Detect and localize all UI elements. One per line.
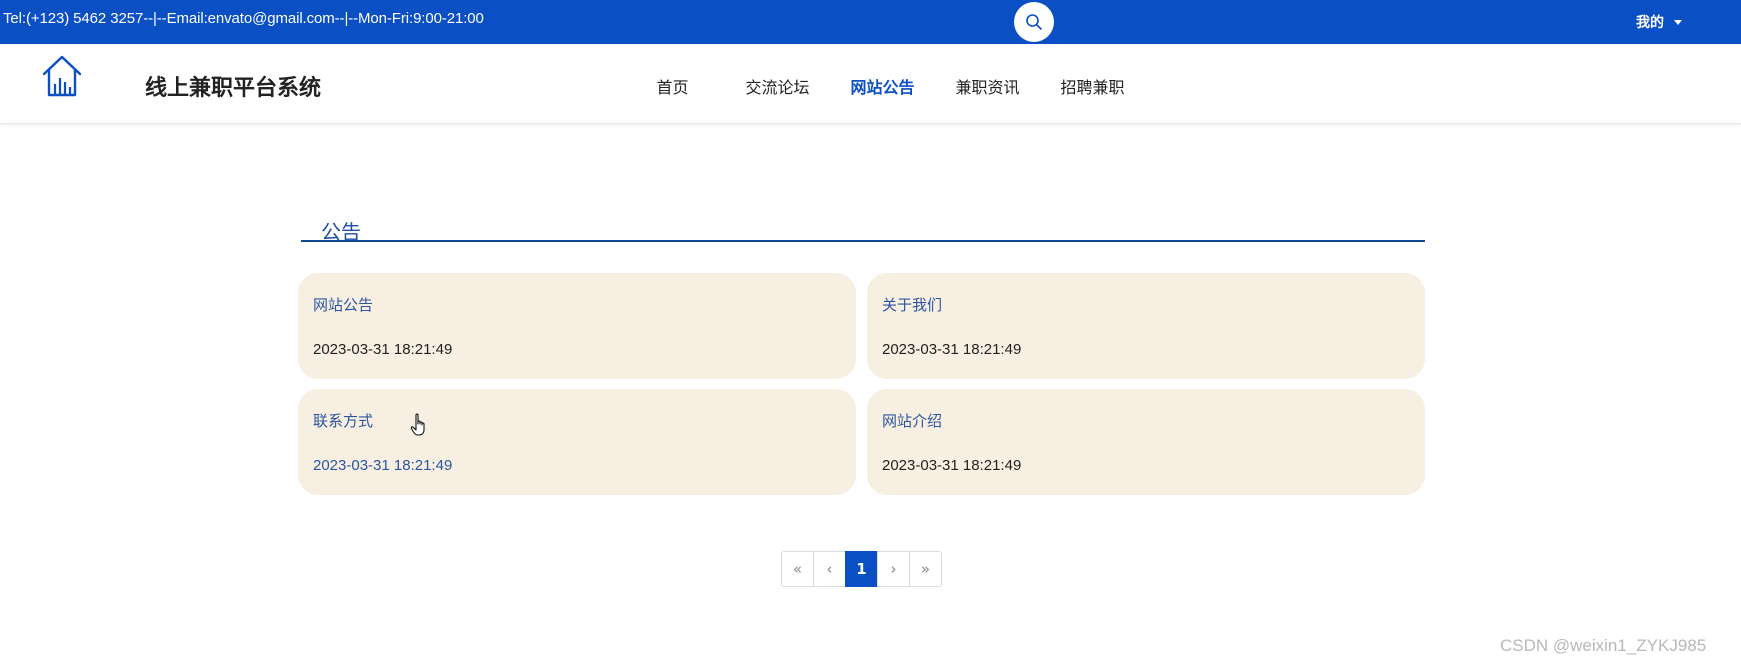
notice-date: 2023-03-31 18:21:49: [313, 341, 453, 358]
main-header: 线上兼职平台系统 首页 交流论坛 网站公告 兼职资讯 招聘兼职: [0, 44, 1741, 124]
nav-item-announcements[interactable]: 网站公告: [830, 74, 935, 98]
pagination: « ‹ 1 › »: [781, 551, 942, 587]
notice-title[interactable]: 关于我们: [882, 294, 1410, 315]
nav-item-job-news[interactable]: 兼职资讯: [935, 74, 1040, 98]
watermark: CSDN @weixin1_ZYKJ985: [1500, 636, 1707, 655]
notice-list: 网站公告 2023-03-31 18:21:49 关于我们 2023-03-31…: [298, 273, 1426, 495]
page-last-button[interactable]: »: [909, 551, 942, 587]
notice-card[interactable]: 网站介绍 2023-03-31 18:21:49: [867, 389, 1425, 495]
notice-title[interactable]: 联系方式: [313, 410, 841, 431]
page-next-button[interactable]: ›: [877, 551, 910, 587]
notice-title[interactable]: 网站介绍: [882, 410, 1410, 431]
main-nav: 首页 交流论坛 网站公告 兼职资讯 招聘兼职: [620, 74, 1145, 98]
notice-date: 2023-03-31 18:21:49: [882, 457, 1022, 474]
search-icon: [1026, 14, 1042, 30]
page-first-button[interactable]: «: [781, 551, 814, 587]
search-button[interactable]: [1014, 2, 1054, 42]
page-current-button[interactable]: 1: [845, 551, 878, 587]
house-chart-icon[interactable]: [40, 54, 84, 98]
user-menu[interactable]: 我的: [1636, 12, 1682, 32]
notice-card[interactable]: 联系方式 2023-03-31 18:21:49: [298, 389, 856, 495]
caret-down-icon: [1674, 19, 1682, 25]
contact-info: Tel:(+123) 5462 3257--|--Email:envato@gm…: [3, 10, 484, 27]
site-title: 线上兼职平台系统: [145, 76, 322, 101]
nav-item-forum[interactable]: 交流论坛: [725, 74, 830, 98]
user-menu-label: 我的: [1636, 15, 1664, 31]
page-prev-button[interactable]: ‹: [813, 551, 846, 587]
top-bar: Tel:(+123) 5462 3257--|--Email:envato@gm…: [0, 0, 1741, 44]
section-divider: [301, 240, 1425, 242]
notice-date: 2023-03-31 18:21:49: [882, 341, 1022, 358]
notice-title[interactable]: 网站公告: [313, 294, 841, 315]
notice-card[interactable]: 网站公告 2023-03-31 18:21:49: [298, 273, 856, 379]
hand-pointer-icon: [410, 413, 425, 436]
notice-card[interactable]: 关于我们 2023-03-31 18:21:49: [867, 273, 1425, 379]
nav-item-home[interactable]: 首页: [620, 74, 725, 98]
notice-date: 2023-03-31 18:21:49: [313, 457, 453, 474]
nav-item-recruitment[interactable]: 招聘兼职: [1040, 74, 1145, 98]
